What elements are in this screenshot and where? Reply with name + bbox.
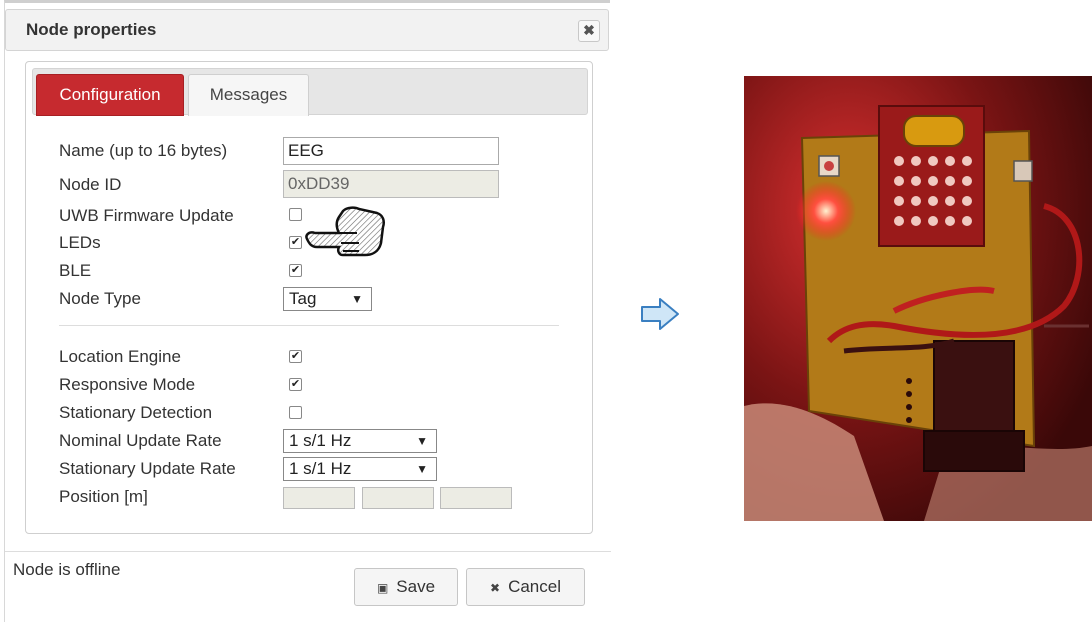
node-type-value: Tag — [289, 289, 317, 308]
close-icon: ✖ — [583, 22, 595, 38]
leds-label: LEDs — [59, 233, 101, 252]
name-input[interactable] — [283, 137, 499, 165]
node-type-label: Node Type — [59, 289, 141, 308]
cancel-button[interactable]: ✖ Cancel — [466, 568, 585, 606]
node-id-label: Node ID — [59, 175, 122, 194]
cancel-button-label: Cancel — [508, 577, 561, 596]
pointing-hand-icon — [305, 206, 385, 257]
cancel-icon: ✖ — [490, 581, 501, 595]
device-photo — [744, 76, 1092, 521]
stationary-update-rate-value: 1 s/1 Hz — [289, 459, 352, 478]
position-z-field — [440, 487, 512, 509]
save-icon: ▣ — [376, 581, 389, 595]
responsive-mode-label: Responsive Mode — [59, 375, 196, 394]
dropdown-arrow-icon: ▼ — [351, 292, 363, 306]
name-label: Name (up to 16 bytes) — [59, 141, 228, 160]
dialog-title: Node properties — [26, 20, 157, 39]
position-y-field — [362, 487, 434, 509]
tab-configuration[interactable]: Configuration — [36, 74, 184, 116]
right-arrow-icon — [641, 298, 679, 330]
node-type-select[interactable]: Tag ▼ — [283, 287, 372, 311]
dropdown-arrow-icon: ▼ — [416, 434, 428, 448]
close-button[interactable]: ✖ — [578, 20, 600, 42]
location-engine-label: Location Engine — [59, 347, 181, 366]
position-label: Position [m] — [59, 487, 148, 506]
stationary-detection-label: Stationary Detection — [59, 403, 213, 422]
position-x-field — [283, 487, 355, 509]
ble-label: BLE — [59, 261, 92, 280]
tab-messages[interactable]: Messages — [188, 74, 309, 116]
ble-checkbox[interactable]: ✔ — [289, 264, 302, 277]
uwb-firmware-update-label: UWB Firmware Update — [59, 206, 234, 225]
footer-divider — [5, 551, 611, 552]
section-divider — [59, 325, 559, 326]
stationary-update-rate-select[interactable]: 1 s/1 Hz ▼ — [283, 457, 437, 481]
nominal-update-rate-label: Nominal Update Rate — [59, 431, 222, 450]
node-properties-dialog: Node properties ✖ Configuration Messages… — [4, 0, 611, 622]
location-engine-checkbox[interactable]: ✔ — [289, 350, 302, 363]
node-status-text: Node is offline — [13, 560, 121, 579]
save-button-label: Save — [396, 577, 436, 596]
tab-bar: Configuration Messages — [32, 68, 588, 116]
save-button[interactable]: ▣ Save — [354, 568, 458, 606]
nominal-update-rate-select[interactable]: 1 s/1 Hz ▼ — [283, 429, 437, 453]
stationary-update-rate-label: Stationary Update Rate — [59, 459, 236, 478]
nominal-update-rate-value: 1 s/1 Hz — [289, 431, 352, 450]
dialog-titlebar: Node properties ✖ — [5, 9, 609, 51]
dropdown-arrow-icon: ▼ — [416, 462, 428, 476]
responsive-mode-checkbox[interactable]: ✔ — [289, 378, 302, 391]
configuration-panel: Configuration Messages Name (up to 16 by… — [25, 61, 593, 534]
stationary-detection-checkbox[interactable] — [289, 406, 302, 419]
node-id-field — [283, 170, 499, 198]
